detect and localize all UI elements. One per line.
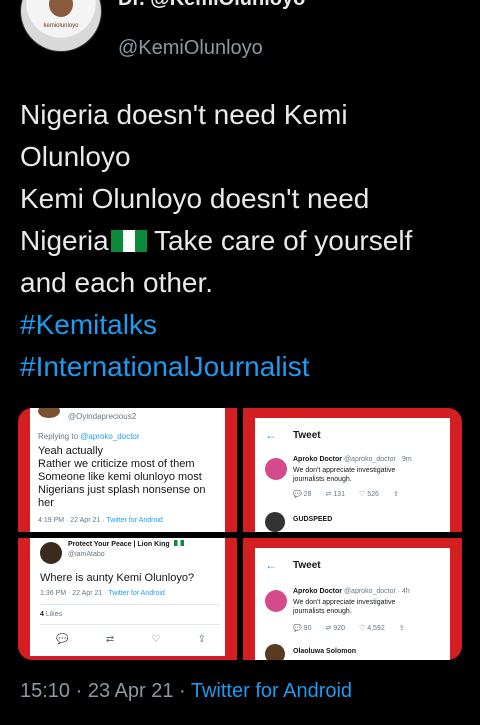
tweet-body: We don't appreciate investigative journa… — [293, 599, 396, 615]
tweet-author: Aproko Doctor @aproko_doctor · 4h — [293, 588, 410, 595]
reply-meta: 4:19 PM · 22 Apr 21 · Twitter for Androi… — [38, 517, 163, 524]
tweet-title: Tweet — [293, 430, 321, 441]
screenshot-tweet-card: Protect Your Peace | Lion King @iamAtabo… — [30, 538, 225, 656]
next-author: Olaoluwa Solomon — [293, 648, 357, 655]
avatar — [265, 644, 285, 660]
screenshot-tweet-card: ← Tweet Aproko Doctor @aproko_doctor · 9… — [255, 418, 450, 532]
media-image-1[interactable]: @Oyindaprecious2 Replying to @aproko_doc… — [18, 408, 237, 532]
hashtag-international-journalist[interactable]: #InternationalJournalist — [20, 346, 465, 388]
tweet-title: Tweet — [293, 560, 321, 571]
tweet-line-1: Nigeria doesn't need Kemi Olunloyo — [20, 99, 348, 172]
screenshot-reply-card: @Oyindaprecious2 Replying to @aproko_doc… — [30, 408, 225, 532]
back-arrow-icon: ← — [265, 558, 277, 572]
avatar — [38, 408, 60, 418]
media-image-3[interactable]: Protect Your Peace | Lion King @iamAtabo… — [18, 538, 237, 660]
next-author: GUDSPEED — [293, 516, 333, 523]
tweet-body: Where is aunty Kemi Olunloyo? — [40, 572, 195, 584]
action-bar: 💬 ⇄ ♡ ⇪ — [56, 634, 206, 645]
divider — [40, 604, 220, 605]
timestamp[interactable]: 15:10 · 23 Apr 21 · — [20, 680, 186, 702]
avatar — [265, 458, 287, 480]
tweet-source-link[interactable]: Twitter for Android — [191, 680, 352, 702]
display-name[interactable]: Dr. @KemiOlunloyo — [118, 0, 305, 11]
hashtag-kemitalks[interactable]: #Kemitalks — [20, 304, 465, 346]
handle: @iamAtabo — [68, 551, 105, 558]
tweet-stats: 💬 90 ⇄ 920 ♡ 4,592 ⇪ — [293, 625, 405, 632]
tweet-author: Aproko Doctor @aproko_doctor · 9m — [293, 456, 412, 463]
divider — [40, 624, 220, 625]
likes-count: 4 Likes — [40, 611, 63, 618]
user-handle[interactable]: @KemiOlunloyo — [118, 37, 263, 60]
tweet-text: Nigeria doesn't need Kemi Olunloyo Kemi … — [20, 94, 465, 388]
replying-to: Replying to @aproko_doctor — [38, 432, 140, 441]
back-arrow-icon: ← — [265, 428, 277, 442]
display-name: Protect Your Peace | Lion King — [68, 540, 184, 548]
like-icon[interactable]: ♡ — [151, 634, 160, 645]
tweet-line-2: Kemi Olunloyo doesn't need Nigeria Take … — [20, 183, 413, 298]
tweet-body: We don't appreciate investigative journa… — [293, 467, 396, 483]
nigeria-flag-icon — [110, 230, 147, 252]
screenshot-tweet-card: ← Tweet Aproko Doctor @aproko_doctor · 4… — [255, 548, 450, 660]
avatar — [265, 590, 287, 612]
avatar-face — [49, 0, 73, 17]
username: @Oyindaprecious2 — [68, 412, 137, 421]
media-image-4[interactable]: ← Tweet Aproko Doctor @aproko_doctor · 4… — [243, 538, 462, 660]
tweet-stats: 💬 28 ⇄ 131 ♡ 526 ⇪ — [293, 491, 399, 498]
nigeria-flag-icon — [173, 540, 184, 546]
profile-avatar[interactable]: kemiolunloyo — [20, 0, 102, 52]
retweet-icon[interactable]: ⇄ — [106, 634, 114, 645]
share-icon[interactable]: ⇪ — [198, 634, 206, 645]
reply-text: Yeah actually Rather we criticize most o… — [38, 445, 206, 509]
tweet-timestamp: 15:10 · 23 Apr 21 · Twitter for Android — [20, 680, 352, 703]
media-image-2[interactable]: ← Tweet Aproko Doctor @aproko_doctor · 9… — [243, 408, 462, 532]
avatar — [40, 542, 62, 564]
media-grid: @Oyindaprecious2 Replying to @aproko_doc… — [18, 408, 462, 660]
reply-icon[interactable]: 💬 — [56, 634, 68, 645]
avatar — [265, 512, 285, 532]
tweet-meta: 1:36 PM · 22 Apr 21 · Twitter for Androi… — [40, 590, 165, 597]
avatar-caption: kemiolunloyo — [43, 23, 79, 29]
